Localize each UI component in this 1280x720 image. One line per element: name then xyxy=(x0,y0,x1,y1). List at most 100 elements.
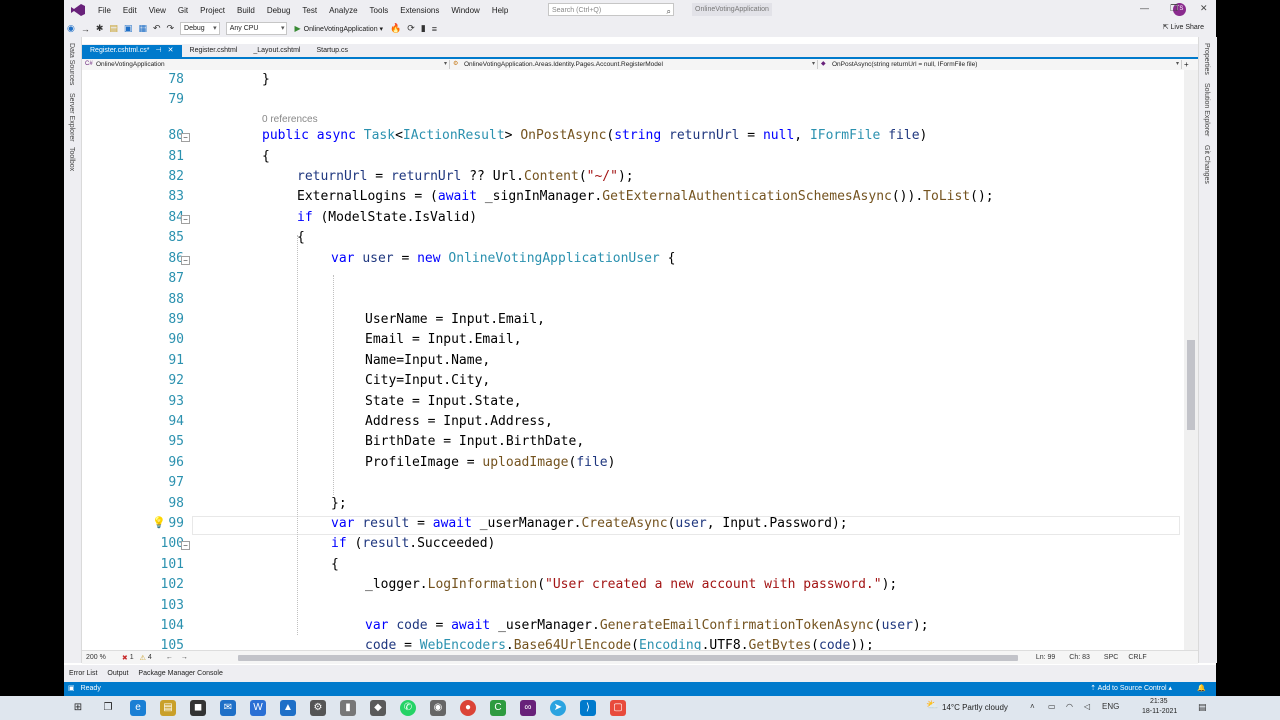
store-icon[interactable]: ◼ xyxy=(190,700,206,716)
search-input[interactable]: Search (Ctrl+Q) ⌕ xyxy=(548,3,674,16)
collapse-toggle[interactable]: − xyxy=(181,541,190,550)
clock-date[interactable]: 18-11-2021 xyxy=(1142,708,1177,715)
bookmark-icon[interactable]: ▮ xyxy=(418,23,429,34)
visual-studio-icon[interactable]: ∞ xyxy=(520,700,536,716)
clock-time[interactable]: 21:35 xyxy=(1150,698,1168,705)
toolbox-tab[interactable]: Toolbox xyxy=(68,147,75,171)
edge-icon[interactable]: e xyxy=(130,700,146,716)
tab-output[interactable]: Output xyxy=(102,670,133,677)
menu-project[interactable]: Project xyxy=(194,6,231,15)
camera-icon[interactable]: ◉ xyxy=(430,700,446,716)
menu-git[interactable]: Git xyxy=(172,6,194,15)
split-editor-icon[interactable]: + xyxy=(1184,60,1189,69)
git-changes-tab[interactable]: Git Changes xyxy=(1203,145,1210,184)
comment-icon[interactable]: ≡ xyxy=(429,24,440,34)
volume-icon[interactable]: ◁ xyxy=(1084,702,1090,711)
lightbulb-icon[interactable]: 💡 xyxy=(152,516,166,529)
horizontal-scrollbar-thumb[interactable] xyxy=(237,654,1018,661)
hot-reload-icon[interactable]: 🔥 xyxy=(387,23,404,34)
menu-file[interactable]: File xyxy=(92,6,117,15)
collapse-toggle[interactable]: − xyxy=(181,215,190,224)
open-file-icon[interactable]: ▤ xyxy=(106,23,121,34)
menu-test[interactable]: Test xyxy=(296,6,323,15)
file-explorer-icon[interactable]: ▤ xyxy=(160,700,176,716)
menu-analyze[interactable]: Analyze xyxy=(323,6,363,15)
tab-register-cshtml[interactable]: Register.cshtml xyxy=(182,45,246,57)
collapse-toggle[interactable]: − xyxy=(181,256,190,265)
member-dropdown[interactable]: ◆ OnPostAsync(string returnUrl = null, IF… xyxy=(818,60,1182,69)
menu-tools[interactable]: Tools xyxy=(364,6,395,15)
close-icon[interactable]: ✕ xyxy=(1200,3,1208,14)
forward-icon[interactable]: → xyxy=(78,24,93,34)
tab-error-list[interactable]: Error List xyxy=(64,670,102,677)
vertical-scrollbar[interactable] xyxy=(1184,70,1198,650)
class-dropdown[interactable]: ⚙ OnlineVotingApplication.Areas.Identity.… xyxy=(450,60,818,69)
menu-extensions[interactable]: Extensions xyxy=(394,6,445,15)
notifications-icon[interactable]: 🔔 xyxy=(1197,682,1206,696)
warning-icon[interactable]: ⚠ xyxy=(140,654,146,662)
indent-mode[interactable]: SPC xyxy=(1104,654,1118,661)
settings-icon[interactable]: ⚙ xyxy=(310,700,326,716)
refresh-icon[interactable]: ⟳ xyxy=(404,23,418,34)
menu-window[interactable]: Window xyxy=(445,6,485,15)
close-tab-icon[interactable]: ✕ xyxy=(168,47,174,54)
code-lens-references[interactable]: 0 references xyxy=(262,114,318,125)
telegram-icon[interactable]: ➤ xyxy=(550,700,566,716)
photos-icon[interactable]: ▲ xyxy=(280,700,296,716)
notification-center-icon[interactable]: ▤ xyxy=(1198,702,1207,713)
wifi-icon[interactable]: ◠ xyxy=(1066,702,1073,711)
menu-view[interactable]: View xyxy=(143,6,172,15)
whatsapp-icon[interactable]: ✆ xyxy=(400,700,416,716)
chrome-icon[interactable]: ● xyxy=(460,700,476,716)
save-all-icon[interactable]: ▦ xyxy=(135,23,150,34)
live-share-button[interactable]: ⇱ Live Share xyxy=(1163,23,1204,31)
word-icon[interactable]: W xyxy=(250,700,266,716)
nav-back-icon[interactable]: ← xyxy=(166,654,173,661)
tab-startup-cs[interactable]: Startup.cs xyxy=(308,45,356,57)
green-app-icon[interactable]: C xyxy=(490,700,506,716)
save-icon[interactable]: ▣ xyxy=(121,23,136,34)
menu-help[interactable]: Help xyxy=(486,6,514,15)
start-debug-button[interactable]: ▶ OnlineVotingApplication ▾ xyxy=(290,24,387,33)
properties-tab[interactable]: Properties xyxy=(1203,43,1210,75)
windows-start-icon[interactable]: ⊞ xyxy=(70,700,86,716)
back-icon[interactable]: ◉ xyxy=(64,23,78,34)
recorder-icon[interactable]: ▢ xyxy=(610,700,626,716)
tray-chevron-icon[interactable]: ˄ xyxy=(1030,702,1035,711)
redo-icon[interactable]: ↷ xyxy=(164,23,178,34)
menu-debug[interactable]: Debug xyxy=(261,6,297,15)
network-icon[interactable]: ▭ xyxy=(1048,702,1056,711)
collapse-toggle[interactable]: − xyxy=(181,133,190,142)
solution-explorer-tab[interactable]: Solution Explorer xyxy=(1203,83,1210,136)
app-icon[interactable]: ◆ xyxy=(370,700,386,716)
task-view-icon[interactable]: ❐ xyxy=(100,700,116,716)
zoom-level[interactable]: 200 % xyxy=(86,654,106,661)
nav-forward-icon[interactable]: → xyxy=(181,654,188,661)
vscode-icon[interactable]: ⟩ xyxy=(580,700,596,716)
tab-layout-cshtml[interactable]: _Layout.cshtml xyxy=(245,45,308,57)
minimize-icon[interactable]: — xyxy=(1140,3,1149,13)
tab-register-cshtml-cs[interactable]: Register.cshtml.cs* ⊣ ✕ xyxy=(82,45,182,57)
server-explorer-tab[interactable]: Server Explorer xyxy=(68,93,75,142)
data-sources-tab[interactable]: Data Sources xyxy=(68,43,75,85)
error-icon[interactable]: ✖ xyxy=(122,654,128,662)
configuration-select[interactable]: Debug xyxy=(180,22,220,35)
tab-package-manager-console[interactable]: Package Manager Console xyxy=(133,670,227,677)
usb-icon[interactable]: ▮ xyxy=(340,700,356,716)
undo-icon[interactable]: ↶ xyxy=(150,23,164,34)
menu-build[interactable]: Build xyxy=(231,6,261,15)
code-editor[interactable]: 78 79 80 81 82 83 84 85 86 87 88 89 90 9… xyxy=(82,70,1198,650)
weather-text[interactable]: 14°C Partly cloudy xyxy=(942,703,1008,712)
new-project-icon[interactable]: ✱ xyxy=(93,23,107,34)
restore-icon[interactable]: ❐ xyxy=(1170,3,1178,14)
pin-icon[interactable]: ⊣ xyxy=(156,47,162,54)
code-area[interactable]: } 0 references public async Task<IAction… xyxy=(194,70,1178,650)
line-ending[interactable]: CRLF xyxy=(1128,654,1146,661)
project-dropdown[interactable]: C# OnlineVotingApplication ▾ xyxy=(82,60,450,69)
menu-edit[interactable]: Edit xyxy=(117,6,143,15)
mail-icon[interactable]: ✉ xyxy=(220,700,236,716)
platform-select[interactable]: Any CPU xyxy=(225,22,288,35)
language-icon[interactable]: ENG xyxy=(1102,702,1119,711)
add-to-source-control-button[interactable]: ⇡ Add to Source Control ▴ xyxy=(1090,682,1172,696)
scrollbar-thumb[interactable] xyxy=(1187,340,1195,430)
